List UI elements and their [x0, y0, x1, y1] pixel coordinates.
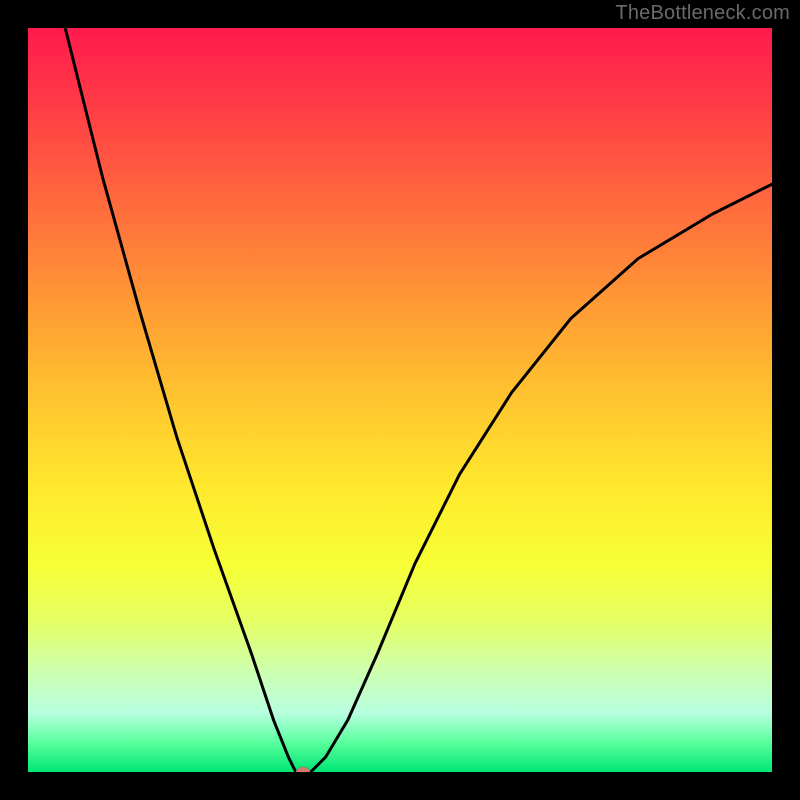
- curve-svg: [28, 28, 772, 772]
- chart-frame: TheBottleneck.com: [0, 0, 800, 800]
- bottleneck-curve-path: [65, 28, 772, 772]
- optimal-point-marker: [296, 767, 310, 772]
- plot-area: [28, 28, 772, 772]
- watermark-text: TheBottleneck.com: [615, 2, 790, 25]
